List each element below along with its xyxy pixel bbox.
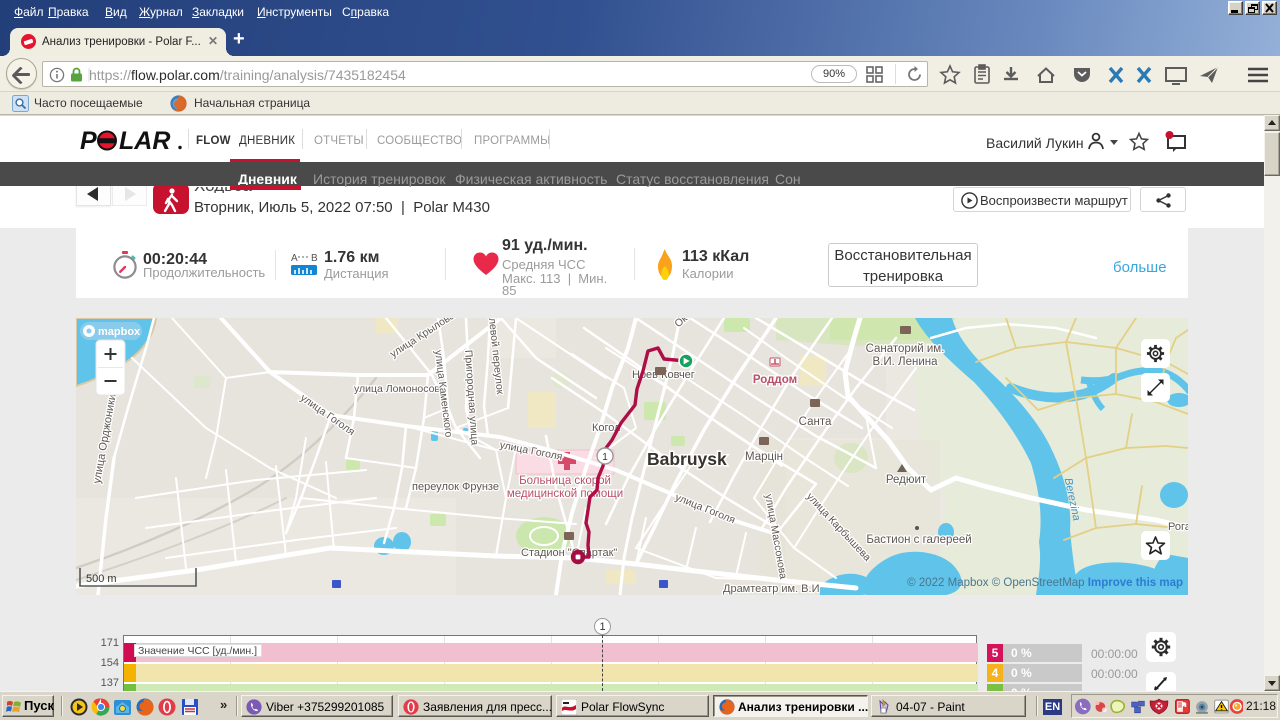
svg-text:© 2022 Mapbox © OpenStreetMap: © 2022 Mapbox © OpenStreetMap Improve th…: [907, 577, 1183, 589]
svg-text:LAR: LAR: [119, 130, 170, 152]
svg-text:Babruysk: Babruysk: [647, 449, 727, 469]
svg-text:P: P: [80, 130, 97, 152]
svg-text:500 m: 500 m: [86, 573, 117, 585]
svg-text:переулок Фрунзе: переулок Фрунзе: [412, 481, 499, 493]
svg-text:mapbox: mapbox: [98, 326, 141, 338]
svg-text:Санта: Санта: [799, 416, 832, 428]
svg-text:А: А: [291, 253, 298, 264]
svg-text:Санаторий им.: Санаторий им.: [866, 343, 945, 355]
svg-text:Марцін: Марцін: [745, 451, 783, 463]
svg-text:Роддом: Роддом: [753, 374, 797, 386]
svg-text:В.И. Ленина: В.И. Ленина: [873, 356, 939, 368]
svg-text:Стадион "Спартак": Стадион "Спартак": [521, 547, 617, 559]
svg-text:Бастион с галереей: Бастион с галереей: [866, 534, 971, 546]
svg-text:Рога: Рога: [1168, 521, 1188, 533]
svg-text:1: 1: [602, 452, 608, 463]
svg-text:медицинской помощи: медицинской помощи: [507, 488, 623, 500]
svg-text:улица Ломоносова: улица Ломоносова: [354, 383, 446, 395]
svg-text:В: В: [311, 253, 318, 264]
svg-text:Драмтеатр им. В.И: Драмтеатр им. В.И: [723, 583, 820, 595]
svg-text:Редюит: Редюит: [886, 474, 927, 486]
